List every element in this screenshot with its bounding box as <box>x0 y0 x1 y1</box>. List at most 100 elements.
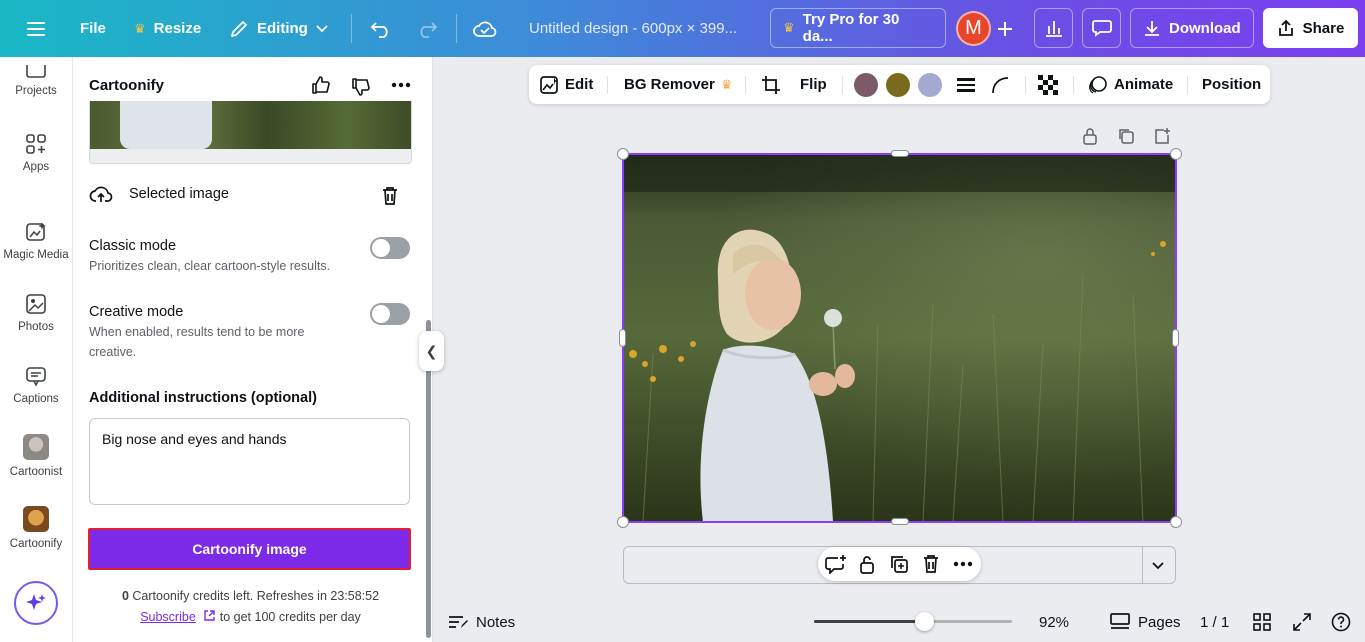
rail-item-captions[interactable]: Captions <box>0 365 72 405</box>
cloud-upload-icon <box>89 184 113 204</box>
credits-text: Cartoonify credits left. Refreshes in 23… <box>129 589 379 603</box>
zoom-slider[interactable] <box>814 620 1012 623</box>
border-style-button[interactable] <box>956 65 976 104</box>
more-options-button[interactable] <box>389 73 413 97</box>
delete-image-button[interactable] <box>378 184 402 208</box>
color-swatch-3[interactable] <box>918 73 942 97</box>
color-swatch-2[interactable] <box>886 73 910 97</box>
classic-mode-toggle[interactable] <box>370 237 410 259</box>
rail-item-apps[interactable]: Apps <box>0 133 72 173</box>
fullscreen-button[interactable] <box>1293 602 1311 642</box>
position-button[interactable]: Position <box>1202 65 1261 104</box>
cartoonist-app-icon <box>23 434 49 460</box>
divider <box>456 14 457 43</box>
rail-label: Projects <box>15 85 57 97</box>
credits-count: 0 <box>122 589 129 603</box>
redo-button[interactable] <box>416 0 438 57</box>
collapse-panel-button[interactable]: ❮ <box>419 331 444 371</box>
crop-icon <box>761 75 781 95</box>
main-menu-button[interactable] <box>26 0 46 57</box>
rail-item-cartoonist[interactable]: Cartoonist <box>0 434 72 478</box>
instructions-label: Additional instructions (optional) <box>89 390 317 406</box>
duplicate-element-button[interactable] <box>1114 124 1138 148</box>
thumbs-up-icon <box>311 75 331 95</box>
credits-line: 0 Cartoonify credits left. Refreshes in … <box>89 586 412 607</box>
rail-item-magic-media[interactable]: Magic Media <box>0 221 72 261</box>
undo-button[interactable] <box>370 0 392 57</box>
crown-icon: ♛ <box>134 21 146 37</box>
comment-icon <box>1092 19 1112 37</box>
notes-button[interactable]: Notes <box>448 602 515 642</box>
resize-handle-top[interactable] <box>891 150 909 157</box>
rail-item-cartoonify[interactable]: Cartoonify <box>0 506 72 550</box>
thumbs-up-button[interactable] <box>309 73 333 97</box>
insights-button[interactable] <box>1034 8 1073 48</box>
resize-handle-bottom-right[interactable] <box>1170 516 1182 528</box>
zoom-slider-knob[interactable] <box>915 612 934 631</box>
resize-handle-left[interactable] <box>619 329 626 347</box>
instructions-textarea[interactable]: Big nose and eyes and hands <box>89 418 410 505</box>
resize-button[interactable]: ♛ Resize <box>134 0 201 57</box>
save-status-button[interactable] <box>473 0 497 57</box>
rail-item-photos[interactable]: Photos <box>0 293 72 333</box>
cartoonify-panel: Cartoonify Selected image Classic mode P… <box>72 57 433 642</box>
corner-rounding-button[interactable] <box>991 65 1009 104</box>
thumbs-down-button[interactable] <box>349 75 373 99</box>
pages-icon <box>1110 613 1130 631</box>
help-button[interactable] <box>1331 602 1351 642</box>
color-swatch-1[interactable] <box>854 73 878 97</box>
share-icon <box>1277 19 1295 37</box>
cartoonify-image-button[interactable]: Cartoonify image <box>88 528 411 570</box>
left-rail: Projects Apps Magic Media Photos Caption… <box>0 57 72 642</box>
magic-assistant-button[interactable] <box>14 581 58 625</box>
border-style-icon <box>956 77 976 93</box>
hamburger-icon <box>26 21 46 37</box>
invite-button[interactable] <box>996 0 1014 57</box>
resize-handle-top-left[interactable] <box>617 148 629 160</box>
floating-element-toolbar <box>818 547 981 581</box>
try-pro-button[interactable]: ♛ Try Pro for 30 da... <box>770 8 946 48</box>
file-menu[interactable]: File <box>80 0 106 57</box>
resize-handle-right[interactable] <box>1172 329 1179 347</box>
resize-handle-bottom[interactable] <box>891 518 909 525</box>
bg-remover-button[interactable]: BG Remover ♛ <box>624 65 733 104</box>
delete-button[interactable] <box>919 552 943 576</box>
comments-button[interactable] <box>1082 8 1121 48</box>
page-options-dropdown[interactable] <box>1151 558 1165 576</box>
resize-handle-bottom-left[interactable] <box>617 516 629 528</box>
grid-view-button[interactable] <box>1253 602 1271 642</box>
share-button[interactable]: Share <box>1263 8 1358 48</box>
creative-mode-title: Creative mode <box>89 304 412 320</box>
lock-button[interactable] <box>855 552 879 576</box>
notes-icon <box>448 614 468 630</box>
pages-button[interactable]: Pages <box>1110 602 1181 642</box>
captions-icon <box>25 365 47 387</box>
editing-mode-dropdown[interactable]: Editing <box>229 0 328 57</box>
pencil-icon <box>229 19 249 39</box>
avatar[interactable]: M <box>956 11 991 46</box>
flip-button[interactable]: Flip <box>800 65 827 104</box>
rail-item-projects[interactable]: Projects <box>0 65 72 97</box>
add-page-quick-button[interactable] <box>1150 124 1174 148</box>
chevron-down-icon <box>316 25 328 33</box>
animate-button[interactable]: Animate <box>1088 65 1173 104</box>
classic-mode-description: Prioritizes clean, clear cartoon-style r… <box>89 256 412 276</box>
crop-button[interactable] <box>761 65 781 104</box>
edit-image-button[interactable]: Edit <box>539 65 593 104</box>
flip-label: Flip <box>800 76 827 93</box>
subscribe-link[interactable]: Subscribe <box>140 610 196 624</box>
design-title[interactable]: Untitled design - 600px × 399... <box>529 0 737 57</box>
photos-icon <box>25 293 47 315</box>
duplicate-button[interactable] <box>887 552 911 576</box>
transparency-button[interactable] <box>1038 65 1058 104</box>
more-actions-button[interactable] <box>951 552 975 576</box>
resize-handle-top-right[interactable] <box>1170 148 1182 160</box>
zoom-level-button[interactable]: 92% <box>1039 602 1069 642</box>
notes-label: Notes <box>476 614 515 631</box>
download-button[interactable]: Download <box>1130 8 1254 48</box>
add-comment-button[interactable] <box>824 552 848 576</box>
lock-element-button[interactable] <box>1078 124 1102 148</box>
creative-mode-toggle[interactable] <box>370 303 410 325</box>
rail-label: Cartoonify <box>10 538 62 550</box>
rail-label: Photos <box>18 321 54 333</box>
